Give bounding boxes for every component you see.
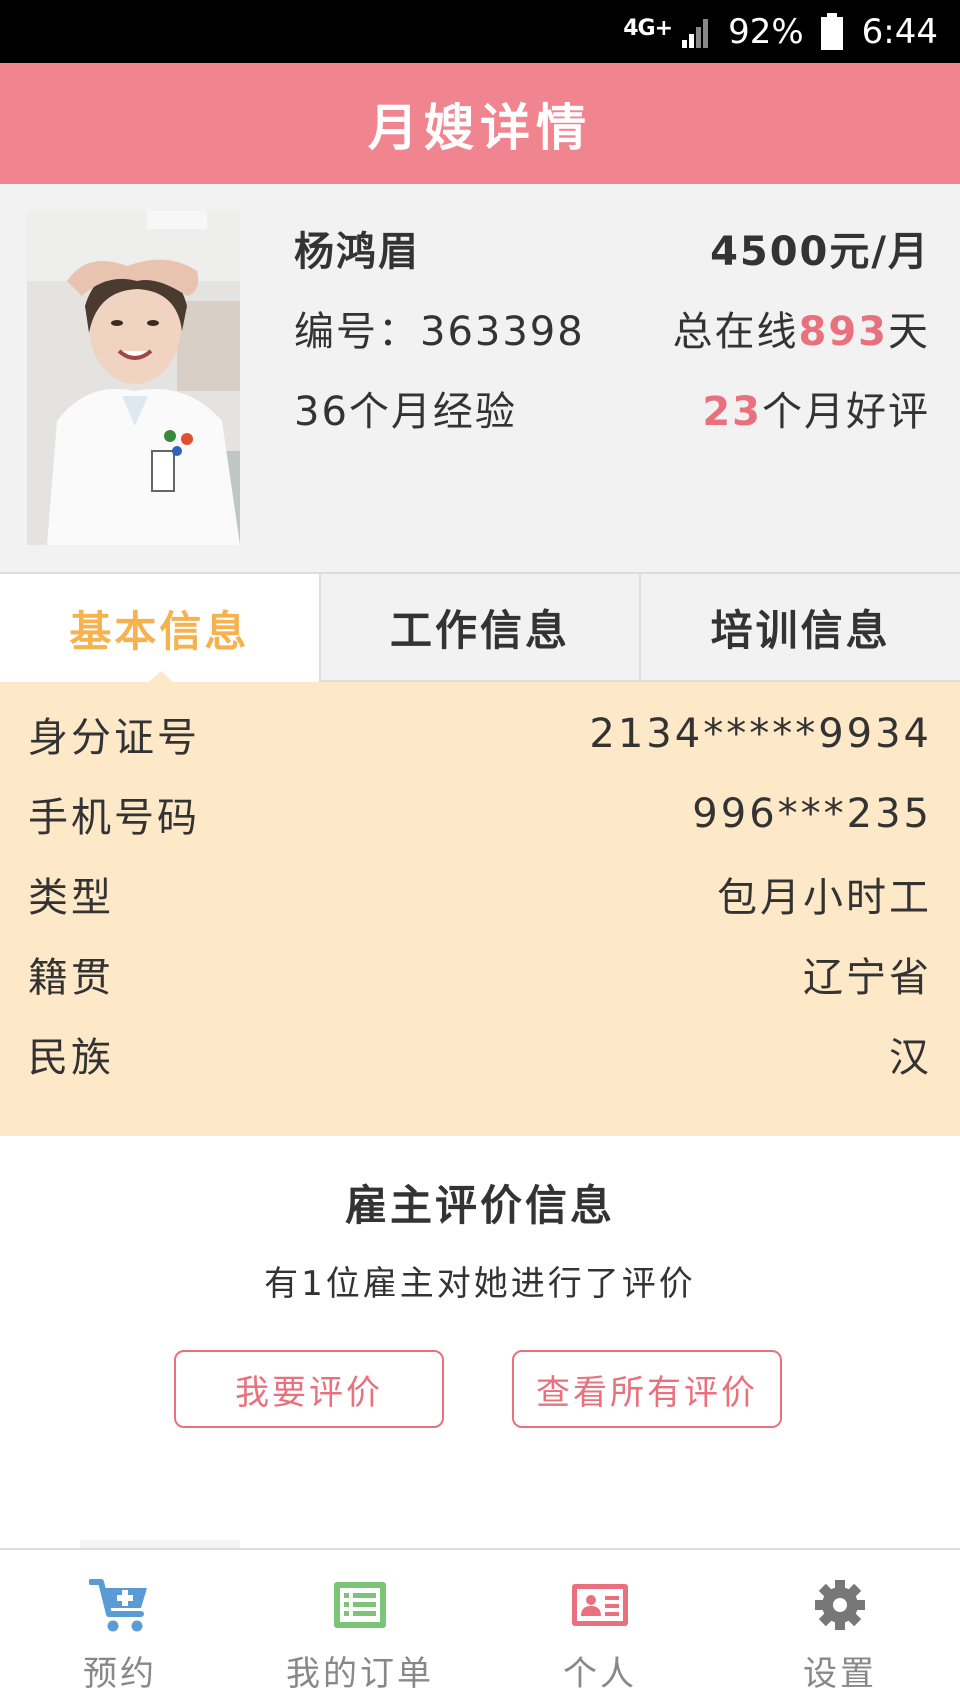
- review-section: 雇主评价信息 有1位雇主对她进行了评价 我要评价 查看所有评价: [0, 1136, 960, 1548]
- profile-row-id-online: 编号：363398 总在线893天: [294, 298, 930, 358]
- review-count-text: 有1位雇主对她进行了评价: [264, 1264, 696, 1304]
- title-bar: 月嫂详情: [0, 63, 960, 184]
- id-value: 363398: [420, 309, 585, 355]
- id-label: 编号：: [294, 309, 420, 355]
- info-label: 身分证号: [28, 715, 200, 761]
- info-row-phone: 手机号码 996***235: [28, 774, 932, 854]
- good-reviews-value: 23: [702, 389, 762, 435]
- view-all-reviews-button[interactable]: 查看所有评价: [512, 1350, 782, 1428]
- caregiver-name: 杨鸿眉: [294, 229, 420, 275]
- good-reviews: 23个月好评: [702, 379, 930, 437]
- nav-label: 设置: [803, 1654, 877, 1694]
- info-value: 996***235: [692, 791, 932, 837]
- profile-card: 杨鸿眉 4500元/月 编号：363398 总在线893天 36个月经验 23个…: [0, 184, 960, 572]
- nav-item-settings[interactable]: 设置: [720, 1550, 960, 1706]
- profile-row-experience: 36个月经验 23个月好评: [294, 378, 930, 438]
- experience: 36个月经验: [294, 389, 517, 435]
- tab-training-info[interactable]: 培训信息: [639, 574, 960, 682]
- info-value: 辽宁省: [803, 955, 932, 1001]
- content-below-fold: [80, 1540, 240, 1548]
- online-days: 总在线893天: [673, 299, 931, 357]
- gear-icon: [815, 1580, 865, 1630]
- nav-label: 预约: [83, 1654, 157, 1694]
- profile-photo[interactable]: [27, 211, 240, 545]
- monthly-price: 4500元/月: [710, 229, 930, 275]
- info-row-id-card: 身分证号 2134*****9934: [28, 694, 932, 774]
- caregiver-id: 编号：363398: [294, 299, 585, 357]
- write-review-button[interactable]: 我要评价: [174, 1350, 444, 1428]
- info-label: 手机号码: [28, 795, 200, 841]
- status-bar: 4G+ 92% 6:44: [0, 0, 960, 63]
- tab-basic-info[interactable]: 基本信息: [0, 574, 319, 683]
- signal-icon: [682, 18, 709, 48]
- good-reviews-suffix: 个月好评: [762, 389, 930, 435]
- cart-plus-icon: [89, 1579, 147, 1632]
- profile-row-name-price: 杨鸿眉 4500元/月: [294, 218, 930, 278]
- basic-info-panel: 身分证号 2134*****9934 手机号码 996***235 类型 包月小…: [0, 682, 960, 1136]
- nav-item-profile[interactable]: 个人: [480, 1550, 720, 1706]
- online-suffix: 天: [888, 309, 930, 355]
- info-tabs: 基本信息 工作信息 培训信息: [0, 572, 960, 683]
- id-card-icon: [572, 1584, 628, 1626]
- nav-label: 个人: [563, 1654, 637, 1694]
- info-row-ethnicity: 民族 汉: [28, 1014, 932, 1094]
- page-title: 月嫂详情: [368, 98, 592, 157]
- online-prefix: 总在线: [672, 309, 799, 355]
- tab-work-info[interactable]: 工作信息: [318, 574, 640, 682]
- online-days-value: 893: [798, 309, 888, 355]
- nav-item-booking[interactable]: 预约: [0, 1550, 240, 1706]
- info-row-hometown: 籍贯 辽宁省: [28, 934, 932, 1014]
- info-label: 类型: [28, 875, 114, 921]
- list-icon: [334, 1582, 386, 1628]
- network-type: 4G+: [623, 15, 673, 41]
- info-label: 籍贯: [28, 955, 114, 1001]
- info-value: 2134*****9934: [589, 711, 932, 757]
- nav-item-my-orders[interactable]: 我的订单: [240, 1550, 480, 1706]
- review-title: 雇主评价信息: [344, 1181, 615, 1230]
- clock: 6:44: [861, 11, 938, 52]
- nav-label: 我的订单: [286, 1654, 434, 1694]
- info-value: 包月小时工: [717, 875, 932, 921]
- info-value: 汉: [889, 1035, 932, 1081]
- info-row-type: 类型 包月小时工: [28, 854, 932, 934]
- app-root: 4G+ 92% 6:44 月嫂详情 杨鸿眉 4500元/月 编号：363398 …: [0, 0, 960, 1706]
- battery-icon: [820, 12, 843, 50]
- battery-percent: 92%: [728, 11, 804, 52]
- info-label: 民族: [28, 1035, 114, 1081]
- portrait-image: [27, 211, 240, 545]
- bottom-nav: 预约 我的订单 个人 设置: [0, 1548, 960, 1706]
